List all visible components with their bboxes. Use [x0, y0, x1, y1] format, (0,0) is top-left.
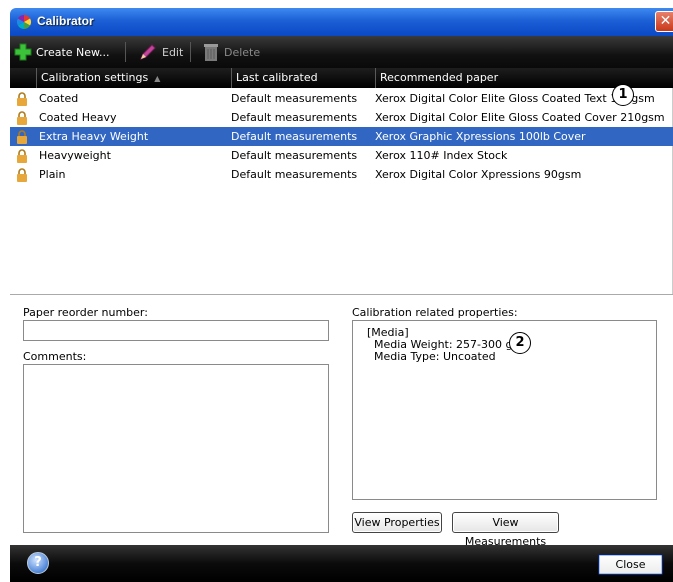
view-properties-button[interactable]: View Properties [352, 512, 442, 533]
row-name: Extra Heavy Weight [39, 130, 149, 143]
paper-reorder-label: Paper reorder number: [23, 306, 148, 319]
table-row[interactable]: Heavyweight Default measurements Xerox 1… [10, 146, 673, 165]
row-last-calibrated: Default measurements [231, 92, 358, 105]
properties-box: [Media] Media Weight: 257-300 gsm Media … [352, 320, 657, 500]
list-header: Calibration settings ▲ Last calibrated Re… [10, 68, 673, 88]
panel-divider [10, 294, 673, 295]
toolbar: Create New... Edit Delete [10, 36, 673, 68]
table-row-selected[interactable]: Extra Heavy Weight Default measurements … [10, 127, 673, 146]
lock-icon [17, 149, 27, 163]
plus-icon [14, 43, 32, 61]
column-header-calibration-settings[interactable]: Calibration settings ▲ [36, 68, 231, 88]
calibration-list[interactable]: Calibration settings ▲ Last calibrated Re… [10, 68, 673, 294]
paper-reorder-input[interactable] [23, 320, 329, 341]
column-header-label: Calibration settings [41, 71, 149, 84]
delete-button[interactable]: Delete [202, 41, 260, 63]
callout-2: 2 [509, 332, 531, 354]
edit-button[interactable]: Edit [138, 41, 183, 63]
row-last-calibrated: Default measurements [231, 149, 358, 162]
column-header-label: Last calibrated [236, 71, 318, 84]
pencil-icon [140, 44, 156, 60]
row-recommended-paper: Xerox 110# Index Stock [375, 149, 508, 162]
sort-ascending-icon: ▲ [154, 74, 161, 83]
row-last-calibrated: Default measurements [231, 168, 358, 181]
row-name: Heavyweight [39, 149, 111, 162]
title-bar[interactable]: Calibrator ✕ [10, 8, 673, 36]
trash-icon [204, 44, 218, 61]
view-measurements-button[interactable]: View Measurements [452, 512, 559, 548]
help-icon[interactable]: ? [27, 552, 49, 574]
calibrator-window: Calibrator ✕ Create New... Edit Delete C… [0, 0, 673, 582]
row-last-calibrated: Default measurements [231, 130, 358, 143]
delete-label: Delete [224, 45, 261, 59]
calibrator-app-icon [17, 15, 31, 29]
toolbar-separator [125, 42, 126, 62]
table-row[interactable]: Coated Heavy Default measurements Xerox … [10, 108, 673, 127]
callout-1: 1 [612, 84, 634, 106]
create-new-label: Create New... [36, 45, 110, 59]
footer-bar: ? Close [10, 545, 673, 582]
row-recommended-paper: Xerox Graphic Xpressions 100lb Cover [375, 130, 586, 143]
row-name: Plain [39, 168, 66, 181]
row-recommended-paper: Xerox Digital Color Xpressions 90gsm [375, 168, 582, 181]
properties-label: Calibration related properties: [352, 306, 518, 319]
row-name: Coated Heavy [39, 111, 117, 124]
lock-icon [17, 92, 27, 106]
lock-icon [17, 168, 27, 182]
window-close-button[interactable]: ✕ [655, 11, 673, 32]
row-recommended-paper: Xerox Digital Color Elite Gloss Coated C… [375, 111, 665, 124]
window-title: Calibrator [37, 14, 94, 28]
lock-icon [17, 111, 27, 125]
table-row[interactable]: Coated Default measurements Xerox Digita… [10, 89, 673, 108]
table-row[interactable]: Plain Default measurements Xerox Digital… [10, 165, 673, 184]
comments-textarea[interactable] [23, 364, 329, 533]
column-header-last-calibrated[interactable]: Last calibrated [231, 68, 375, 88]
close-button[interactable]: Close [598, 554, 663, 575]
comments-label: Comments: [23, 350, 87, 363]
edit-label: Edit [162, 45, 184, 59]
column-header-label: Recommended paper [380, 71, 499, 84]
toolbar-separator [190, 42, 191, 62]
row-last-calibrated: Default measurements [231, 111, 358, 124]
row-name: Coated [39, 92, 79, 105]
create-new-button[interactable]: Create New... [14, 41, 110, 63]
property-media-type: Media Type: Uncoated [374, 350, 496, 363]
lock-icon [17, 130, 27, 144]
